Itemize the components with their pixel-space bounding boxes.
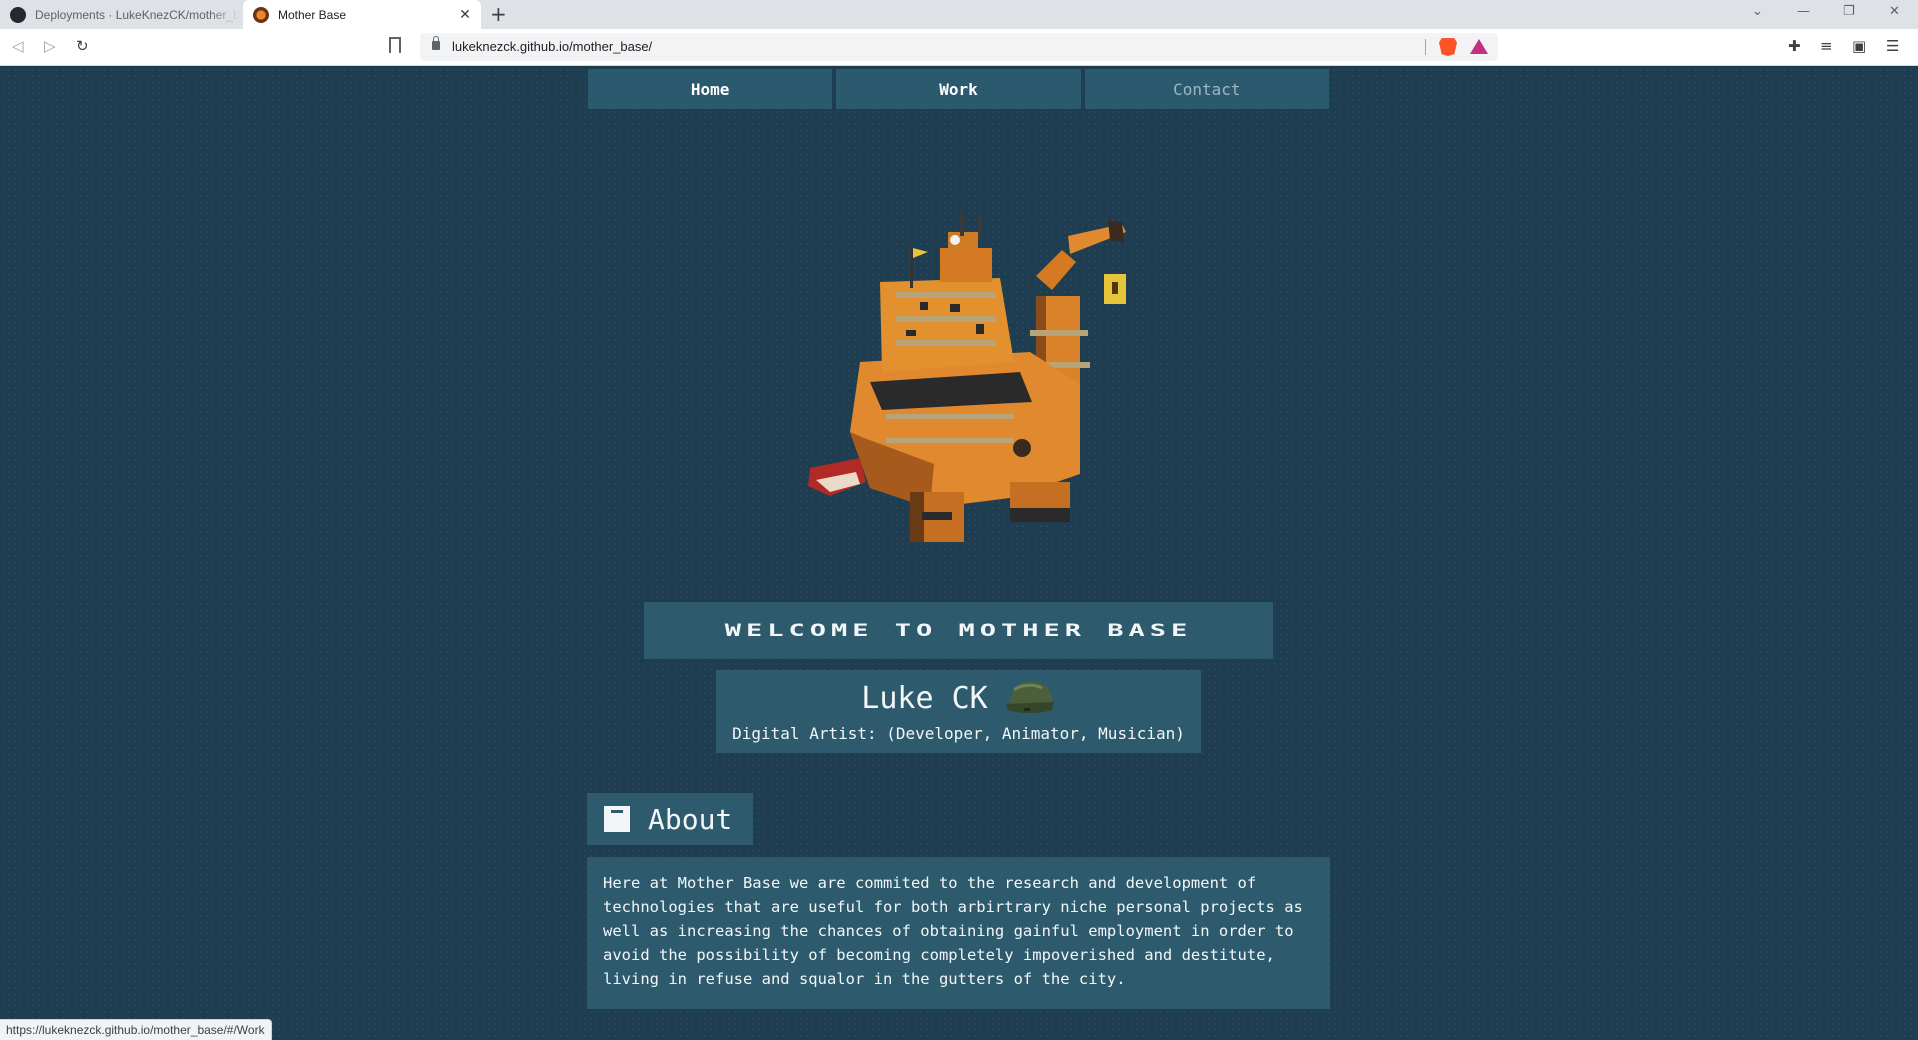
profile-name: Luke CK <box>861 680 988 716</box>
nav-work[interactable]: Work <box>836 69 1081 109</box>
helmet-icon <box>1005 681 1054 713</box>
tab-title: Deployments · LukeKnezCK/mother_base <box>35 7 240 22</box>
back-icon[interactable]: ◁ <box>12 37 24 55</box>
tab-search-icon[interactable]: ⌄ <box>1752 4 1763 19</box>
name-row: Luke CK <box>716 678 1201 718</box>
forward-icon[interactable]: ▷ <box>44 37 56 55</box>
url-text[interactable]: lukeknezck.github.io/mother_base/ <box>452 39 652 54</box>
bookmark-icon[interactable] <box>389 37 401 53</box>
folder-icon <box>604 806 630 832</box>
close-tab-icon[interactable]: ✕ <box>457 6 473 23</box>
tab-mother-base[interactable]: Mother Base ✕ <box>243 0 481 29</box>
extensions-icon[interactable]: ✚ <box>1788 37 1801 55</box>
brave-shields-icon[interactable] <box>1439 38 1457 56</box>
reload-icon[interactable]: ↻ <box>76 37 89 55</box>
main-nav: Home Work Contact <box>588 69 1329 109</box>
status-bar-url: https://lukeknezck.github.io/mother_base… <box>0 1019 272 1040</box>
minimize-icon[interactable]: — <box>1797 4 1810 19</box>
mother-base-favicon-icon <box>253 6 269 23</box>
address-bar[interactable]: lukeknezck.github.io/mother_base/ <box>420 33 1498 61</box>
profile-card: Luke CK Digital Artist: (Developer, Anim… <box>716 670 1201 753</box>
omnibox-divider <box>1425 39 1426 55</box>
browser-toolbar: ◁ ▷ ↻ lukeknezck.github.io/mother_base/ … <box>0 29 1918 66</box>
menu-icon[interactable]: ☰ <box>1886 37 1899 55</box>
restore-icon[interactable]: ❐ <box>1843 4 1855 19</box>
wallet-icon[interactable]: ▣ <box>1852 37 1866 55</box>
welcome-banner: WELCOME TO MOTHER BASE <box>644 602 1273 659</box>
tab-deployments[interactable]: Deployments · LukeKnezCK/mother_base <box>0 0 240 29</box>
github-icon <box>10 6 26 23</box>
about-heading: About <box>587 793 753 845</box>
about-panel: Here at Mother Base we are commited to t… <box>587 857 1330 1009</box>
nav-home[interactable]: Home <box>588 69 833 109</box>
nav-contact[interactable]: Contact <box>1084 69 1329 109</box>
brave-rewards-icon[interactable] <box>1470 39 1488 54</box>
tab-strip: Deployments · LukeKnezCK/mother_base Mot… <box>0 0 1918 29</box>
about-body: Here at Mother Base we are commited to t… <box>603 874 1303 988</box>
close-window-icon[interactable]: ✕ <box>1889 4 1900 19</box>
oil-rig-voxel-icon <box>808 212 1126 542</box>
new-tab-icon[interactable]: + <box>490 2 507 26</box>
playlist-icon[interactable]: ≡ <box>1820 37 1833 55</box>
tab-title: Mother Base <box>278 7 347 22</box>
welcome-text: WELCOME TO MOTHER BASE <box>724 620 1193 641</box>
profile-subtitle: Digital Artist: (Developer, Animator, Mu… <box>732 724 1185 743</box>
about-title: About <box>648 802 733 836</box>
lock-icon <box>432 36 440 50</box>
page: Home Work Contact WELCOME TO MOTHER BASE… <box>0 67 1918 1040</box>
